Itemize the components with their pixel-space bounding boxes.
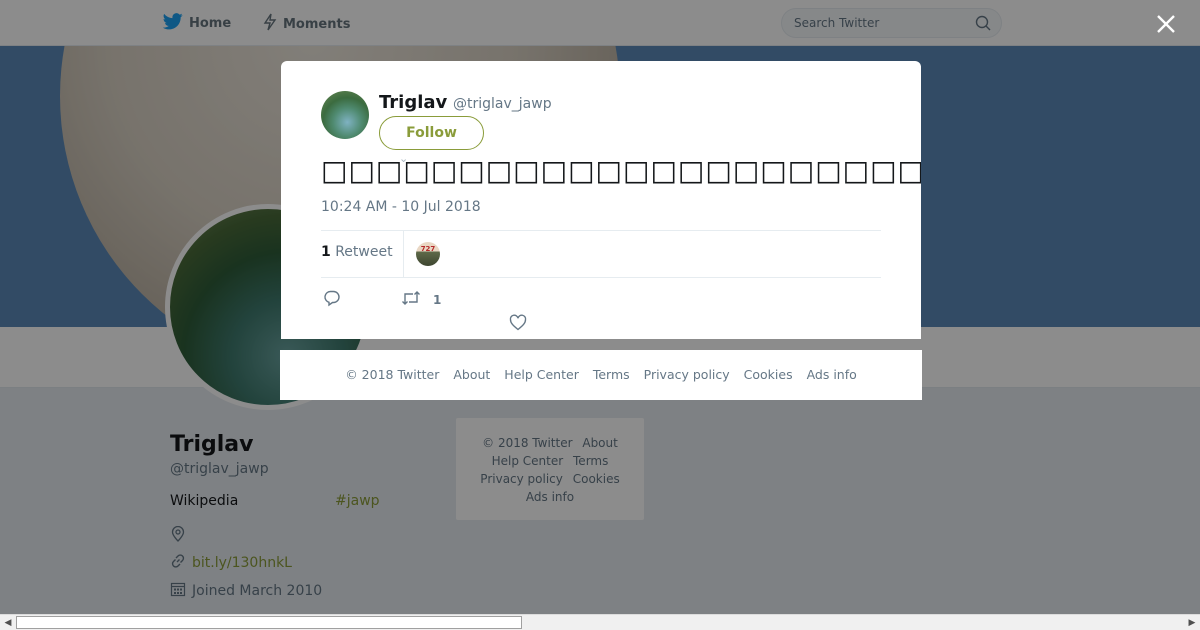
tweet-text: □□□□□□□□□□□□□□□□□□□□□□□□□□□□□□□□□□□□□□□□…: [321, 154, 921, 187]
follow-button[interactable]: Follow: [379, 116, 484, 150]
heart-icon[interactable]: [509, 314, 527, 335]
modal-footer: © 2018 Twitter About Help Center Terms P…: [280, 350, 922, 400]
retweet-button[interactable]: 1: [401, 289, 441, 310]
scrollbar-thumb[interactable]: [16, 616, 522, 629]
tweet-modal: Triglav @triglav_jawp Follow ⌄ □□□□□□□□□…: [281, 61, 921, 339]
close-icon[interactable]: [1154, 12, 1178, 36]
retweeter-avatar-sign: 727: [420, 245, 436, 253]
modal-footer-help[interactable]: Help Center: [504, 367, 579, 382]
retweet-stat-label: Retweet: [335, 244, 393, 260]
horizontal-scrollbar[interactable]: ◀ ▶: [0, 614, 1200, 630]
tweet-timestamp[interactable]: 10:24 AM - 10 Jul 2018: [321, 199, 481, 215]
tweet-author-name[interactable]: Triglav: [379, 92, 447, 113]
retweeter-avatar[interactable]: 727: [416, 242, 440, 266]
modal-footer-ads[interactable]: Ads info: [807, 367, 857, 382]
tweet-stats: 1 Retweet 727: [321, 230, 881, 278]
modal-footer-cookies[interactable]: Cookies: [744, 367, 793, 382]
modal-footer-copyright: © 2018 Twitter: [345, 367, 440, 382]
stat-divider: [403, 231, 404, 277]
modal-footer-about[interactable]: About: [453, 367, 490, 382]
reply-icon[interactable]: [323, 289, 341, 311]
retweet-action-count: 1: [433, 292, 442, 307]
scroll-right-icon[interactable]: ▶: [1186, 617, 1198, 629]
scroll-left-icon[interactable]: ◀: [2, 617, 14, 629]
tweet-author-handle[interactable]: @triglav_jawp: [453, 96, 552, 112]
modal-footer-terms[interactable]: Terms: [593, 367, 630, 382]
retweet-stat-count: 1: [321, 244, 331, 260]
retweet-icon: [401, 289, 421, 310]
retweet-stat[interactable]: 1 Retweet: [321, 244, 393, 260]
modal-footer-privacy[interactable]: Privacy policy: [644, 367, 730, 382]
tweet-actions: 1: [321, 287, 881, 337]
tweet-author-avatar[interactable]: [321, 91, 369, 139]
